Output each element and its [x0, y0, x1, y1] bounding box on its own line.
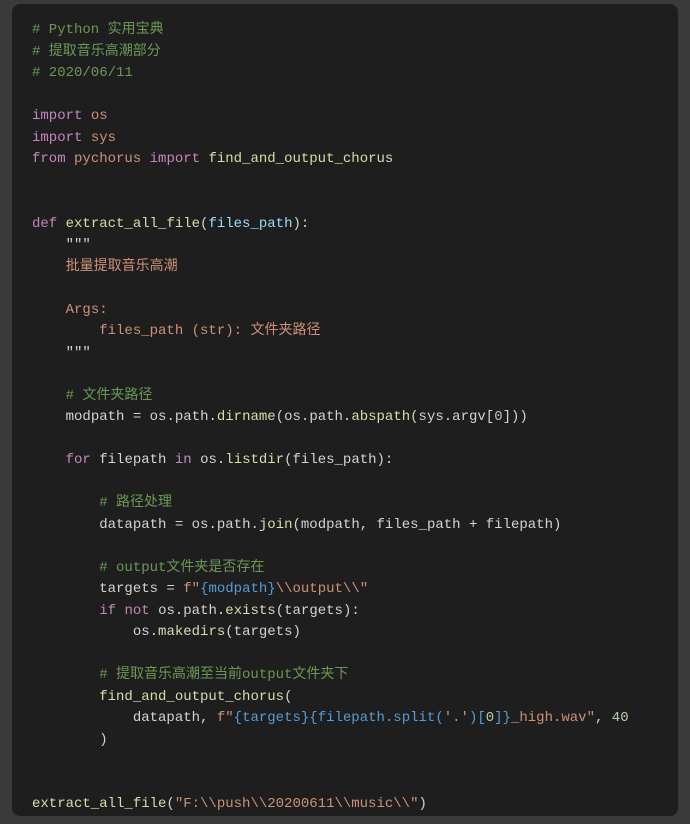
docstring-line: 批量提取音乐高潮: [66, 259, 178, 275]
argument: datapath: [133, 710, 200, 726]
method-call: dirname: [217, 409, 276, 425]
function-call: find_and_output_chorus: [99, 689, 284, 705]
method-call: listdir: [225, 452, 284, 468]
keyword-import: import: [32, 108, 82, 124]
code-editor: # Python 实用宝典 # 提取音乐高潮部分 # 2020/06/11 im…: [12, 4, 678, 816]
object: os: [150, 409, 167, 425]
module-name: sys: [91, 130, 116, 146]
method-call: exists: [225, 603, 275, 619]
object: sys: [419, 409, 444, 425]
docstring-quote: """: [66, 237, 91, 253]
object: os: [200, 452, 217, 468]
comment-line: # 路径处理: [99, 495, 172, 511]
comment-line: # 提取音乐高潮部分: [32, 44, 161, 60]
number: 40: [612, 710, 629, 726]
attribute: path: [183, 603, 217, 619]
keyword-not: not: [124, 603, 149, 619]
comment-line: # 提取音乐高潮至当前output文件夹下: [99, 667, 348, 683]
fstring-interp: {targets}: [234, 710, 310, 726]
method-call: abspath: [351, 409, 410, 425]
object: os: [133, 624, 150, 640]
fstring-interp: {modpath}: [200, 581, 276, 597]
keyword-import: import: [150, 151, 200, 167]
variable: datapath: [99, 517, 166, 533]
string: \\output\\": [276, 581, 368, 597]
keyword-def: def: [32, 216, 57, 232]
method-call: join: [259, 517, 293, 533]
docstring-line: Args:: [66, 302, 108, 318]
param-name: files_path: [208, 216, 292, 232]
object: os: [192, 517, 209, 533]
imported-name: find_and_output_chorus: [208, 151, 393, 167]
argument: files_path: [293, 452, 377, 468]
argument: targets: [284, 603, 343, 619]
docstring-line: files_path (str): 文件夹路径: [66, 323, 321, 339]
function-call: extract_all_file: [32, 796, 166, 812]
string: '.': [444, 710, 469, 726]
keyword-in: in: [175, 452, 192, 468]
comment-line: # 2020/06/11: [32, 65, 133, 81]
attribute: argv: [452, 409, 486, 425]
keyword-if: if: [99, 603, 116, 619]
argument: modpath: [301, 517, 360, 533]
string: "F:\\push\\20200611\\music\\": [175, 796, 419, 812]
method-call: makedirs: [158, 624, 225, 640]
argument: filepath: [486, 517, 553, 533]
string: _high.wav": [511, 710, 595, 726]
object: os: [284, 409, 301, 425]
argument: files_path: [377, 517, 461, 533]
fstring-prefix: f": [217, 710, 234, 726]
variable: targets: [99, 581, 158, 597]
comment-line: # 文件夹路径: [66, 388, 153, 404]
variable: modpath: [66, 409, 125, 425]
number: 0: [494, 409, 502, 425]
fstring-prefix: f": [183, 581, 200, 597]
fstring-interp: )[: [469, 710, 486, 726]
keyword-import: import: [32, 130, 82, 146]
fstring-interp: {filepath.split(: [309, 710, 443, 726]
module-name: pychorus: [74, 151, 141, 167]
variable: filepath: [99, 452, 166, 468]
object: os: [158, 603, 175, 619]
function-def-name: extract_all_file: [66, 216, 200, 232]
comment-line: # Python 实用宝典: [32, 22, 164, 38]
keyword-from: from: [32, 151, 66, 167]
number: 0: [486, 710, 494, 726]
docstring-quote: """: [66, 345, 91, 361]
module-name: os: [91, 108, 108, 124]
code-block: # Python 实用宝典 # 提取音乐高潮部分 # 2020/06/11 im…: [32, 22, 629, 812]
comment-line: # output文件夹是否存在: [99, 560, 264, 576]
keyword-for: for: [66, 452, 91, 468]
argument: targets: [234, 624, 293, 640]
attribute: path: [217, 517, 251, 533]
attribute: path: [175, 409, 209, 425]
attribute: path: [309, 409, 343, 425]
